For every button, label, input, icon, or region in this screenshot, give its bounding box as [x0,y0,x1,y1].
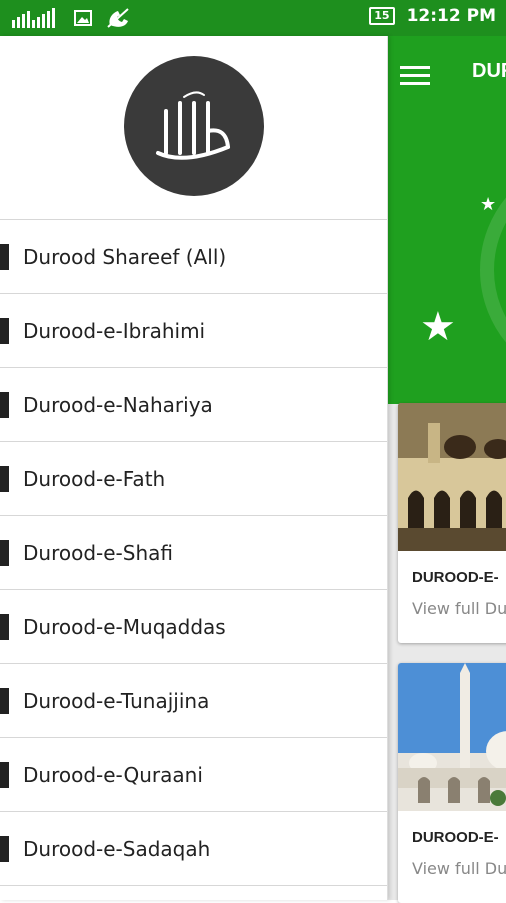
mosque-image [398,403,506,551]
book-icon [0,688,9,714]
star-icon: ★ [480,194,497,215]
menu-item-label: Durood-e-Fath [23,466,166,491]
book-icon [0,466,9,492]
menu-item-durood-e-nahariya[interactable]: Durood-e-Nahariya [0,368,387,442]
clock: 12:12 PM [406,6,496,26]
menu-item-label: Durood-e-Tunajjina [23,688,210,713]
toolbar-title: DUR [472,60,506,82]
menu-item-durood-e-fath[interactable]: Durood-e-Fath [0,442,387,516]
decorative-arc [480,156,506,384]
menu-item-label: Durood-e-Muqaddas [23,614,226,639]
menu-item-label: Durood-e-Ibrahimi [23,318,206,343]
star-icon: ★ [420,304,456,350]
signal-icon [12,8,55,28]
allah-calligraphy-logo [124,56,264,196]
no-call-icon [107,8,129,28]
menu-icon[interactable] [400,66,430,86]
book-icon [0,540,9,566]
card-subtitle: View full Du [412,859,506,878]
menu-item-label: Durood-e-Nahariya [23,392,213,417]
image-icon [74,10,92,26]
menu-item-durood-e-sadaqah[interactable]: Durood-e-Sadaqah [0,812,387,886]
menu-item-durood-e-tunajjina[interactable]: Durood-e-Tunajjina [0,664,387,738]
book-icon [0,836,9,862]
navigation-drawer: Durood Shareef (All) Durood-e-Ibrahimi D… [0,36,388,900]
menu-item-durood-e-quraani[interactable]: Durood-e-Quraani [0,738,387,812]
battery-icon: 15 [369,7,395,25]
menu-item-durood-e-shafi[interactable]: Durood-e-Shafi [0,516,387,590]
menu-item-label: Durood-e-Sadaqah [23,836,211,861]
menu-item-durood-e-ibrahimi[interactable]: Durood-e-Ibrahimi [0,294,387,368]
menu-item-label: Durood Shareef (All) [23,244,227,269]
book-icon [0,392,9,418]
durood-card[interactable]: DUROOD-E- View full Du [398,663,506,903]
card-subtitle: View full Du [412,599,506,618]
drawer-menu: Durood Shareef (All) Durood-e-Ibrahimi D… [0,220,387,886]
card-title: DUROOD-E- [412,569,499,586]
mosque-image [398,663,506,811]
book-icon [0,318,9,344]
drawer-header [0,36,387,220]
card-title: DUROOD-E- [412,829,499,846]
book-icon [0,244,9,270]
book-icon [0,762,9,788]
status-bar: 15 12:12 PM [0,0,506,36]
menu-item-durood-e-muqaddas[interactable]: Durood-e-Muqaddas [0,590,387,664]
menu-item-durood-shareef-all[interactable]: Durood Shareef (All) [0,220,387,294]
status-icons [12,7,130,29]
menu-item-label: Durood-e-Quraani [23,762,203,787]
menu-item-label: Durood-e-Shafi [23,540,173,565]
durood-card[interactable]: DUROOD-E- View full Du [398,403,506,643]
status-right: 15 12:12 PM [369,6,496,26]
book-icon [0,614,9,640]
